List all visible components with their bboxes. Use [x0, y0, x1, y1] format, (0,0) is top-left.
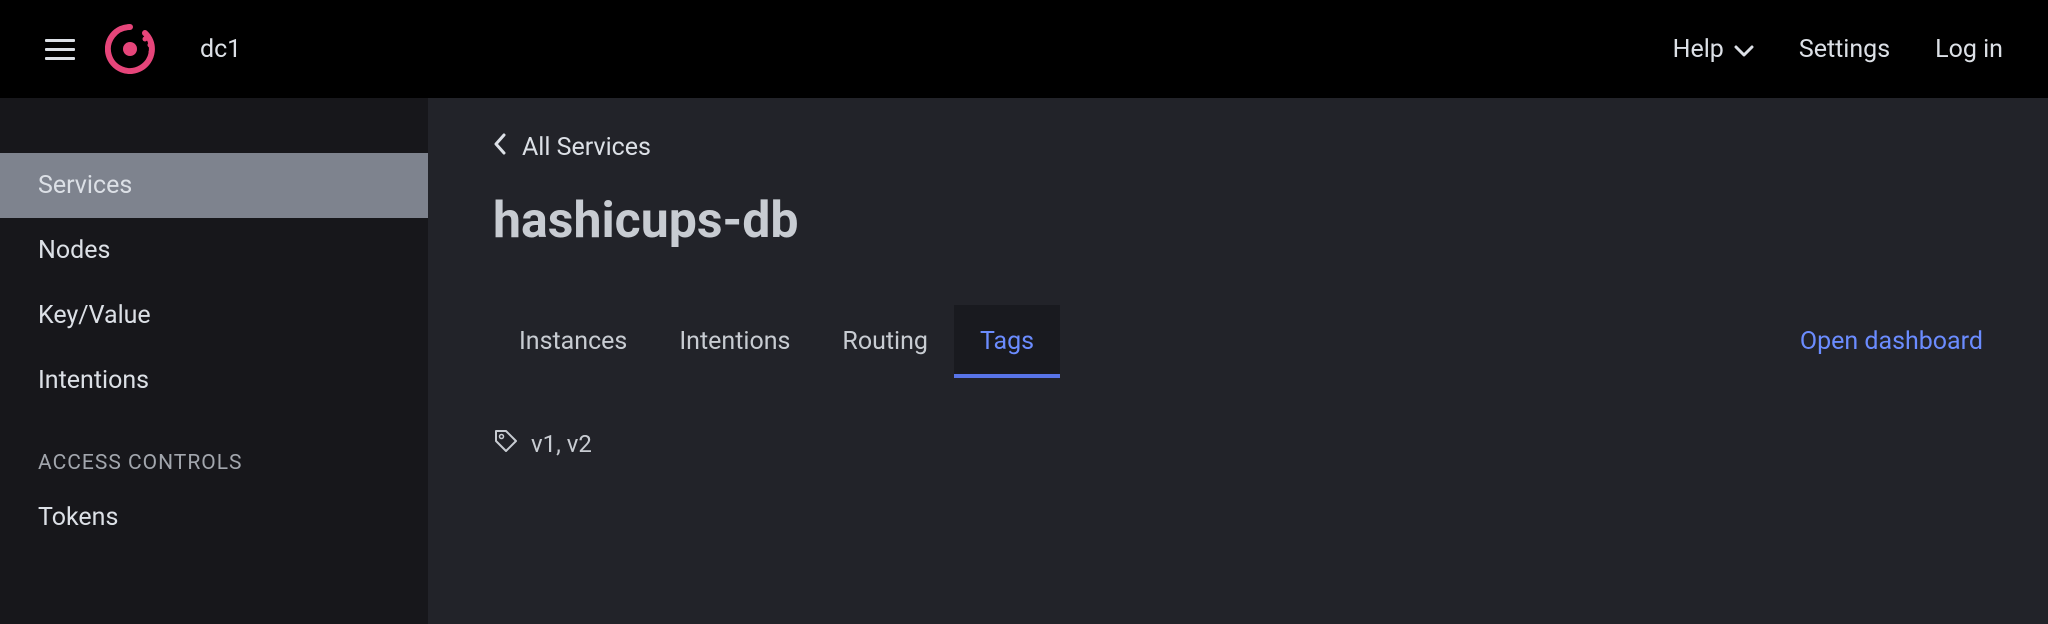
sidebar-item-nodes[interactable]: Nodes: [0, 218, 428, 283]
open-dashboard-link[interactable]: Open dashboard: [1800, 327, 1983, 356]
tab-routing[interactable]: Routing: [816, 305, 954, 378]
main-content: All Services hashicups-db Instances Inte…: [428, 98, 2048, 624]
breadcrumb-label: All Services: [522, 133, 651, 162]
tab-instances[interactable]: Instances: [493, 305, 653, 378]
tab-label: Tags: [980, 327, 1034, 356]
sidebar-item-label: Nodes: [38, 236, 110, 265]
settings-link[interactable]: Settings: [1799, 35, 1890, 64]
app-header: dc1 Help Settings Log in: [0, 0, 2048, 98]
sidebar-item-intentions[interactable]: Intentions: [0, 348, 428, 413]
breadcrumb-back[interactable]: All Services: [493, 133, 1983, 162]
tags-content: v1, v2: [493, 428, 1983, 460]
sidebar: Services Nodes Key/Value Intentions ACCE…: [0, 98, 428, 624]
tab-label: Intentions: [679, 327, 790, 356]
sidebar-item-label: Intentions: [38, 366, 149, 395]
sidebar-item-keyvalue[interactable]: Key/Value: [0, 283, 428, 348]
sidebar-section-header: ACCESS CONTROLS: [0, 413, 428, 485]
sidebar-item-label: Services: [38, 171, 132, 200]
body-container: Services Nodes Key/Value Intentions ACCE…: [0, 98, 2048, 624]
login-link[interactable]: Log in: [1935, 35, 2003, 64]
sidebar-item-services[interactable]: Services: [0, 153, 428, 218]
page-title: hashicups-db: [493, 192, 1983, 250]
tags-text: v1, v2: [531, 430, 592, 458]
sidebar-item-label: Key/Value: [38, 301, 151, 330]
consul-logo[interactable]: [105, 24, 155, 74]
datacenter-label[interactable]: dc1: [200, 35, 241, 64]
help-label: Help: [1673, 35, 1724, 64]
header-left: dc1: [45, 24, 241, 74]
tab-label: Instances: [519, 327, 627, 356]
tab-tags[interactable]: Tags: [954, 305, 1060, 378]
help-dropdown[interactable]: Help: [1673, 35, 1754, 64]
tabs: Instances Intentions Routing Tags: [493, 305, 1060, 378]
tab-label: Routing: [842, 327, 928, 356]
sidebar-item-tokens[interactable]: Tokens: [0, 485, 428, 550]
menu-toggle-button[interactable]: [45, 39, 75, 60]
tabs-row: Instances Intentions Routing Tags Open d…: [493, 305, 1983, 378]
tab-intentions[interactable]: Intentions: [653, 305, 816, 378]
tag-icon: [493, 428, 519, 460]
header-right: Help Settings Log in: [1673, 35, 2003, 64]
sidebar-item-label: Tokens: [38, 503, 118, 532]
chevron-down-icon: [1734, 35, 1754, 64]
chevron-left-icon: [493, 133, 507, 162]
